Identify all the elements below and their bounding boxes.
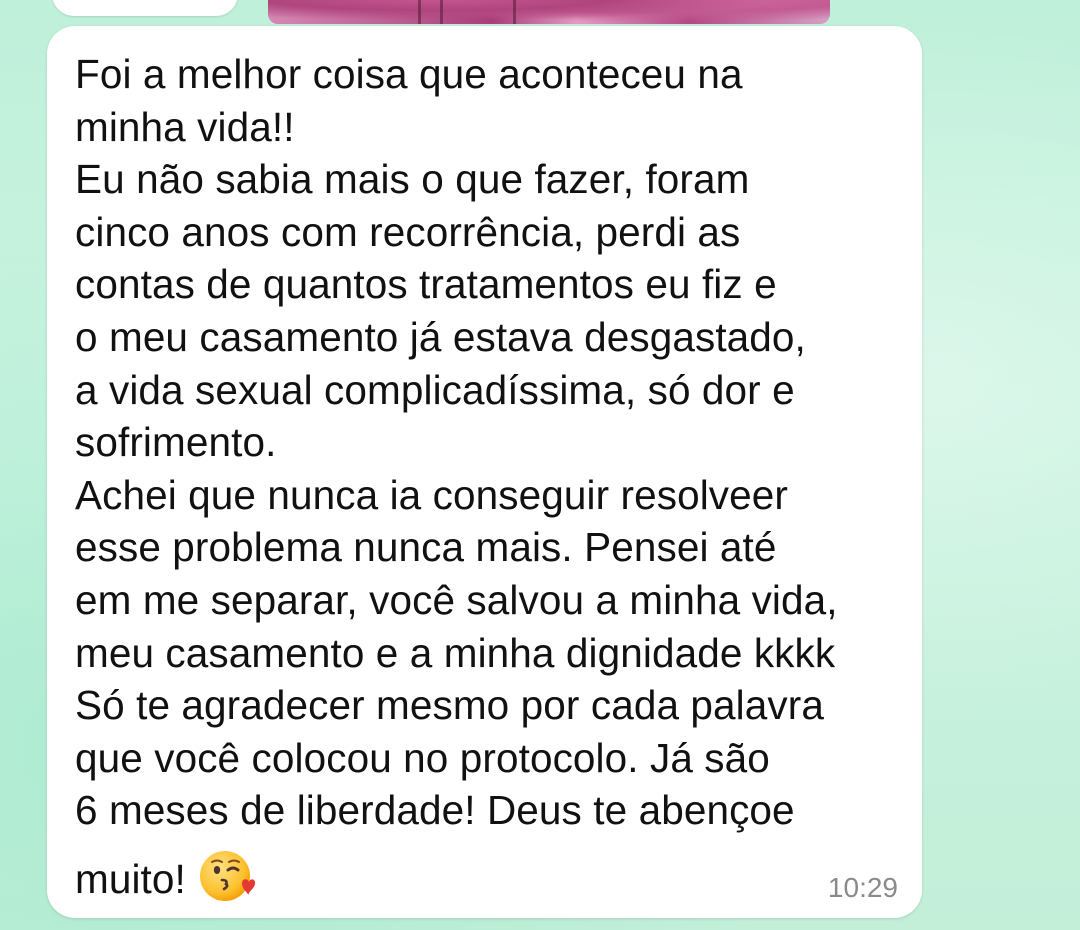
message-line: contas de quantos tratamentos eu fiz e: [75, 261, 777, 308]
image-detail: [418, 0, 421, 24]
previous-message-bubble[interactable]: [52, 0, 238, 16]
message-line-text: muito!: [75, 855, 186, 902]
message-line: meu casamento e a minha dignidade kkkk: [75, 629, 836, 676]
message-line: cinco anos com recorrência, perdi as: [75, 208, 741, 255]
message-text: Foi a melhor coisa que aconteceu na minha…: [75, 48, 892, 906]
message-line: Foi a melhor coisa que aconteceu na: [75, 51, 743, 97]
message-line: minha vida!!: [75, 103, 295, 150]
previous-message-time: [142, 0, 212, 10]
message-line: em me separar, você salvou a minha vida,: [75, 576, 838, 623]
message-line: 6 meses de liberdade! Deus te abençoe: [75, 787, 795, 834]
message-line: sofrimento.: [75, 419, 277, 466]
kiss-face-emoji-icon: [198, 847, 256, 905]
message-line: que você colocou no protocolo. Já são: [75, 734, 770, 781]
message-bubble[interactable]: Foi a melhor coisa que aconteceu na minha…: [47, 26, 922, 918]
message-line: Só te agradecer mesmo por cada palavra: [75, 682, 824, 729]
message-line: esse problema nunca mais. Pensei até: [75, 524, 777, 571]
message-line: o meu casamento já estava desgastado,: [75, 313, 806, 360]
previous-image-message[interactable]: [268, 0, 830, 24]
image-detail: [513, 0, 516, 24]
message-line: a vida sexual complicadíssima, só dor e: [75, 366, 795, 413]
message-line: Achei que nunca ia conseguir resolveer: [75, 471, 788, 518]
message-time: 10:29: [827, 872, 898, 903]
message-line: Eu não sabia mais o que fazer, foram: [75, 156, 750, 203]
image-detail: [440, 0, 443, 24]
message-line-last: muito!: [75, 847, 892, 906]
